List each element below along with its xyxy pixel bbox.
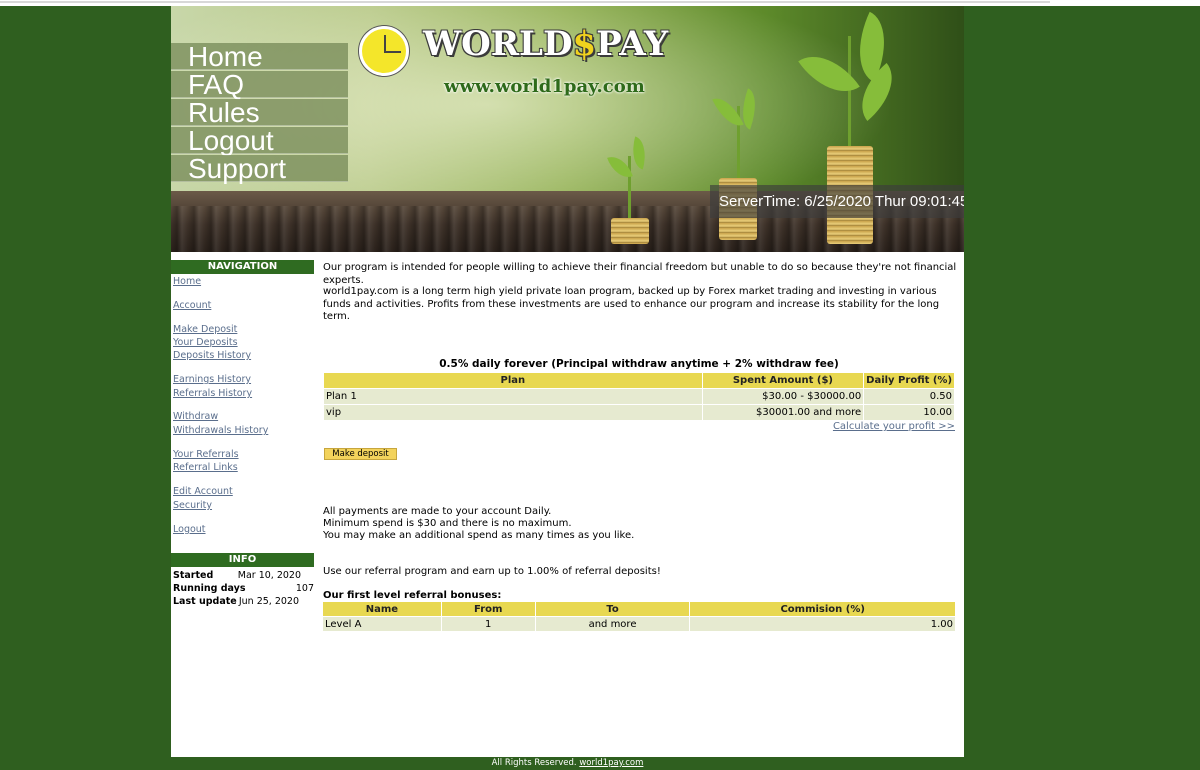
sidebar-link-logout[interactable]: Logout [173,524,206,535]
plans-header-plan: Plan [324,373,702,388]
sidebar-link-earnings-history[interactable]: Earnings History [173,374,251,385]
sidebar-link-home[interactable]: Home [173,276,201,287]
sidebar-link-your-deposits[interactable]: Your Deposits [173,337,238,348]
plan-title: 0.5% daily forever (Principal withdraw a… [439,358,839,370]
footer-site-link[interactable]: world1pay.com [579,758,643,768]
refs-header-from: From [441,602,535,616]
referral-program-text: Use our referral program and earn up to … [323,566,661,577]
top-menu-faq[interactable]: FAQ [171,71,348,99]
plans-header-profit: Daily Profit (%) [864,373,954,388]
ref-commission: 1.00 [690,617,955,631]
table-row: vip $30001.00 and more 10.00 [324,405,954,420]
refs-header-to: To [535,602,690,616]
plan-profit: 0.50 [864,389,954,404]
sidebar-link-deposits-history[interactable]: Deposits History [173,350,251,361]
server-time: ServerTime: 6/25/2020 Thur 09:01:45 [710,185,964,218]
table-row: Plan 1 $30.00 - $30000.00 0.50 [324,389,954,404]
referral-bonuses-title: Our first level referral bonuses: [323,590,502,601]
plan-amount: $30001.00 and more [702,405,864,420]
header-banner: Home FAQ Rules Logout Support WORLD$PAY … [171,6,964,252]
site-logo-url: www.world1pay.com [444,76,645,97]
top-menu-rules[interactable]: Rules [171,99,348,127]
info-row-last-update: Last update Jun 25, 2020 [173,596,299,607]
top-menu-home[interactable]: Home [171,43,348,71]
refs-header-name: Name [323,602,441,616]
plans-table: Plan Spent Amount ($) Daily Profit (%) P… [323,372,955,421]
info-row-started: Started Mar 10, 2020 [173,570,301,581]
top-menu-support[interactable]: Support [171,155,348,183]
sidebar-link-referral-links[interactable]: Referral Links [173,462,238,473]
plan-name: Plan 1 [324,389,702,404]
clock-icon [359,26,409,76]
make-deposit-button[interactable]: Make deposit [324,448,397,460]
ref-to: and more [535,617,690,631]
plan-amount: $30.00 - $30000.00 [702,389,864,404]
sidebar-link-your-referrals[interactable]: Your Referrals [173,449,239,460]
intro-paragraph-1: Our program is intended for people willi… [323,262,957,286]
referral-table: Name From To Commision (%) Level A 1 and… [322,601,956,632]
sidebar-link-withdraw[interactable]: Withdraw [173,411,218,422]
footer-text: All Rights Reserved. [491,758,577,768]
plans-header-amount: Spent Amount ($) [702,373,864,388]
sidebar-link-security[interactable]: Security [173,500,212,511]
payments-line-2: Minimum spend is $30 and there is no max… [323,518,572,529]
sidebar-link-account[interactable]: Account [173,300,211,311]
top-menu-logout[interactable]: Logout [171,127,348,155]
info-header: INFO [171,553,314,567]
sidebar-link-referrals-history[interactable]: Referrals History [173,388,252,399]
info-row-running-days: Running days 107 [173,583,314,594]
footer: All Rights Reserved. world1pay.com [0,757,1135,770]
sidebar-link-edit-account[interactable]: Edit Account [173,486,233,497]
sidebar-link-make-deposit[interactable]: Make Deposit [173,324,237,335]
page-container: Home FAQ Rules Logout Support WORLD$PAY … [171,6,964,757]
refs-header-commission: Commision (%) [690,602,955,616]
ref-from: 1 [441,617,535,631]
plan-profit: 10.00 [864,405,954,420]
table-row: Level A 1 and more 1.00 [323,617,955,631]
payments-line-3: You may make an additional spend as many… [323,530,635,541]
site-logo-title: WORLD$PAY [423,24,669,64]
navigation-header: NAVIGATION [171,260,314,274]
ref-name: Level A [323,617,441,631]
payments-line-1: All payments are made to your account Da… [323,506,552,517]
plan-name: vip [324,405,702,420]
intro-paragraph-2: world1pay.com is a long term high yield … [323,286,940,322]
calculate-profit-link[interactable]: Calculate your profit >> [833,421,955,432]
sidebar-link-withdrawals-history[interactable]: Withdrawals History [173,425,268,436]
